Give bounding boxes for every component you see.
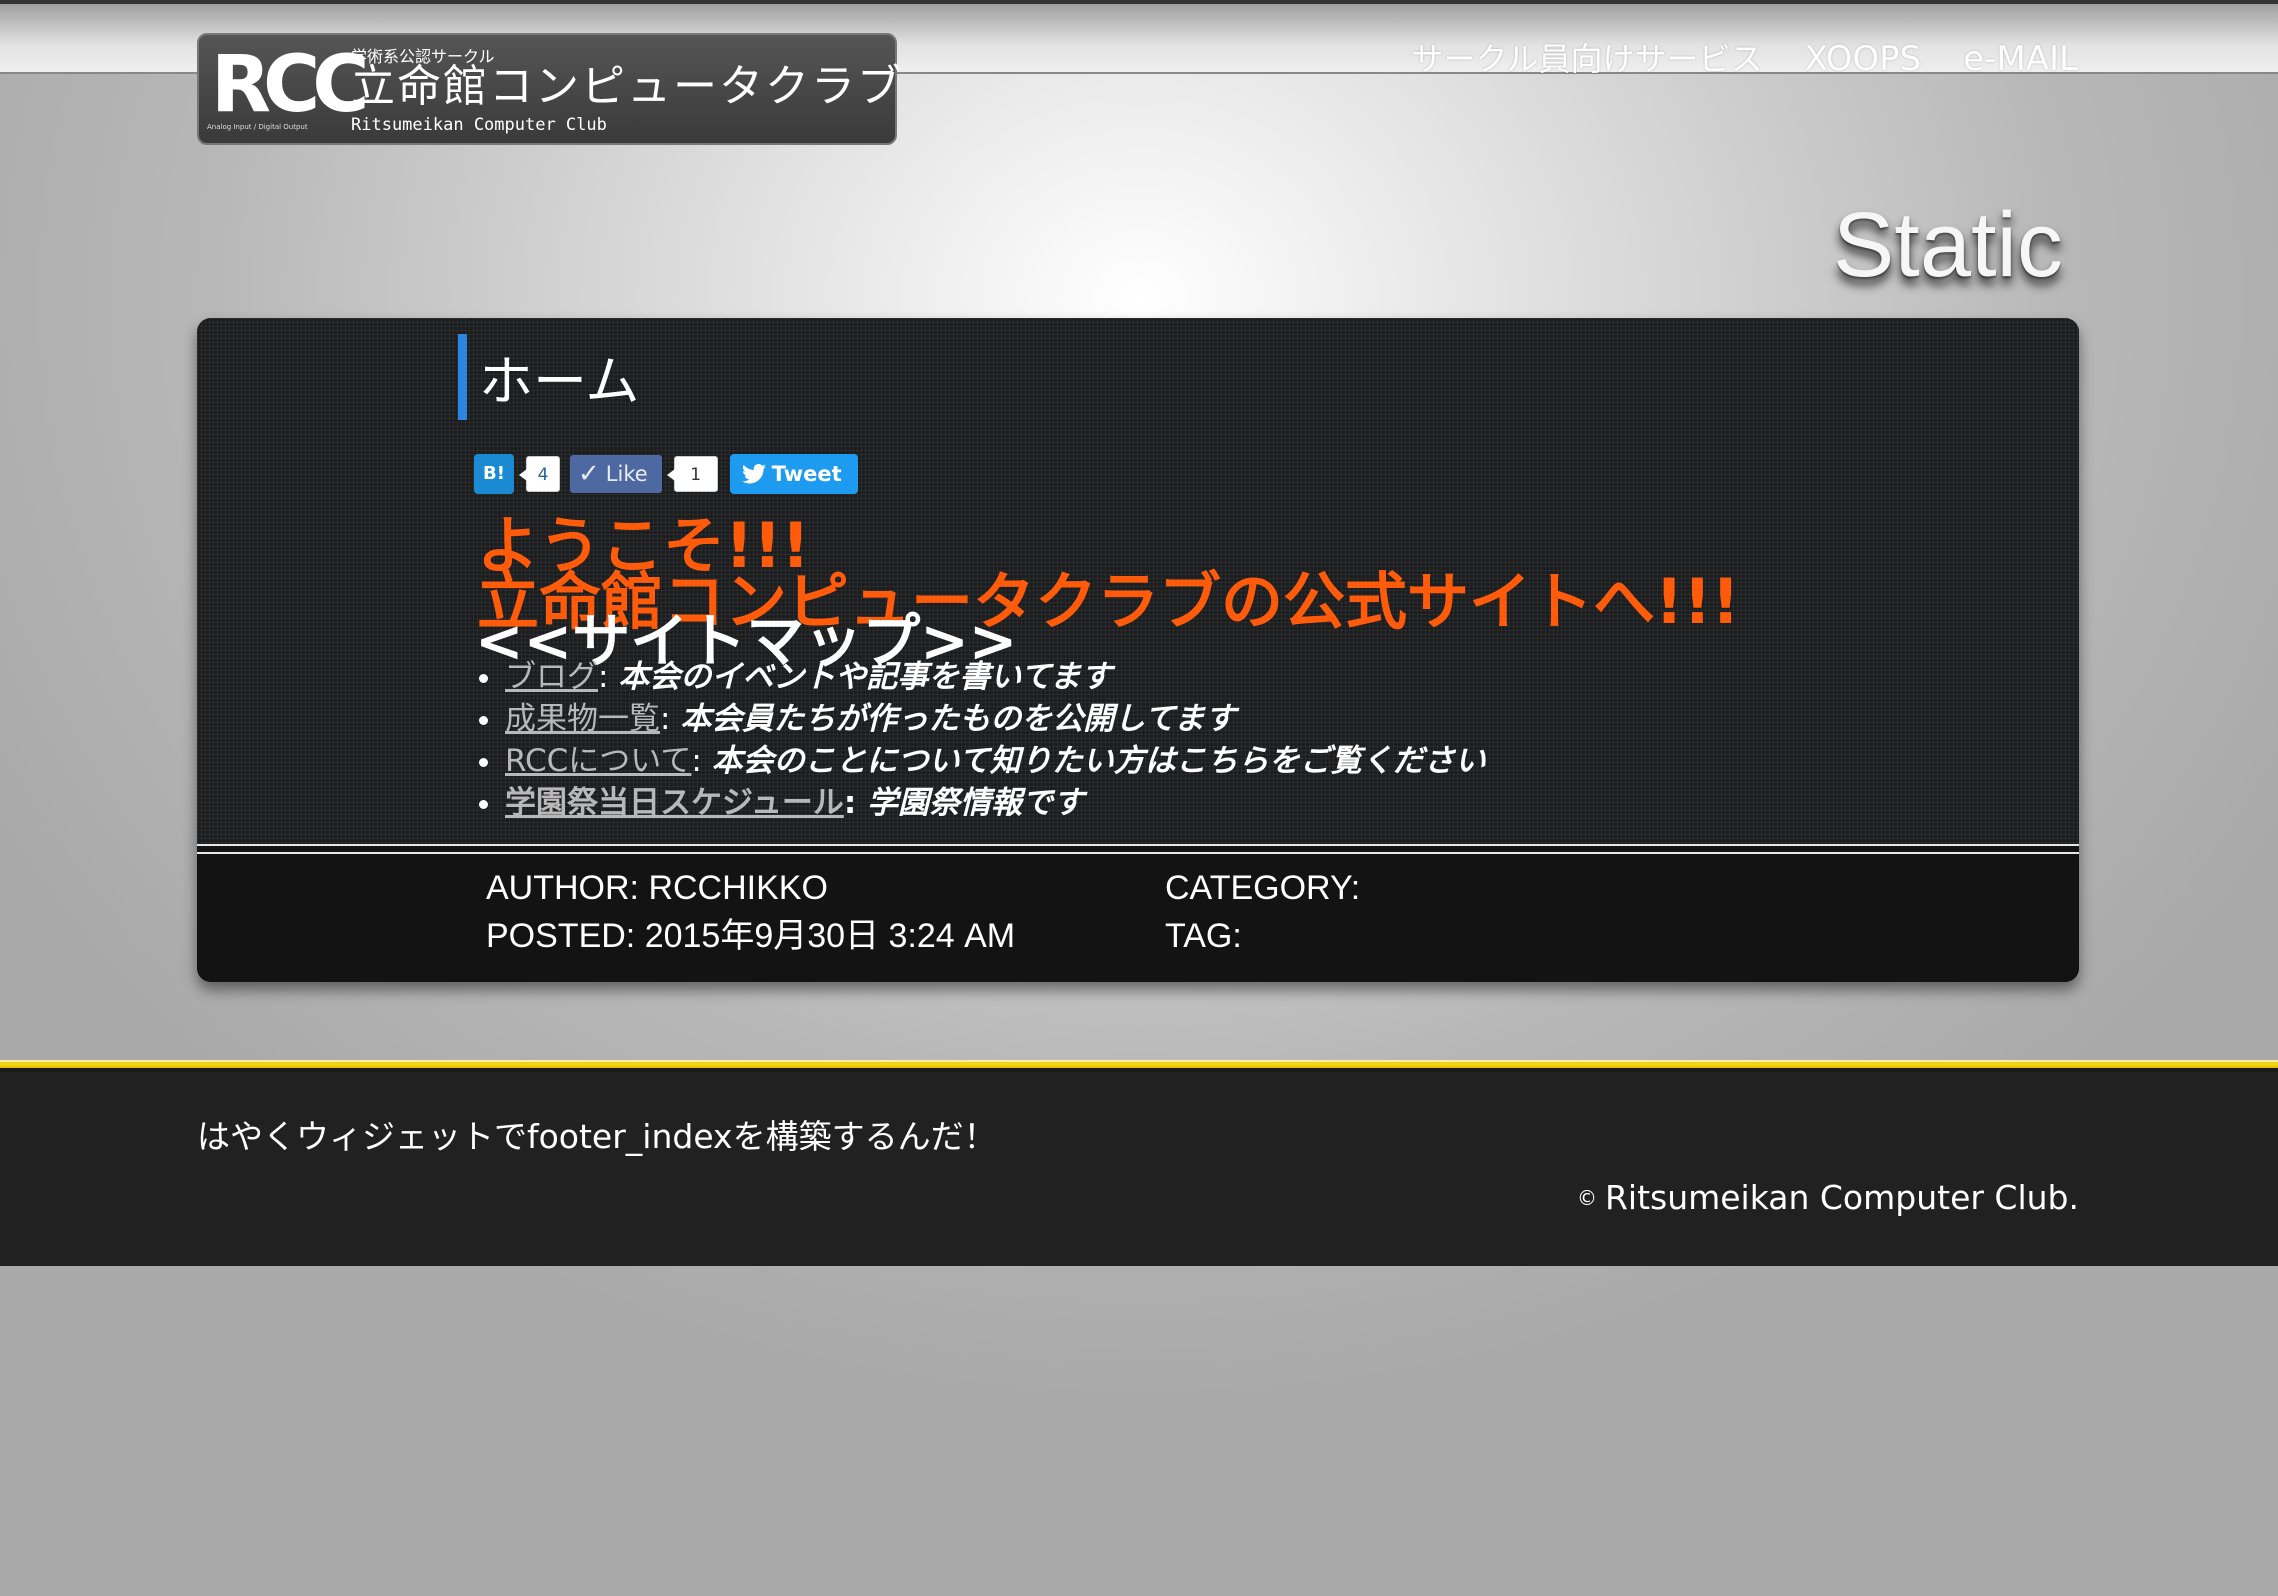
link-description: 本会のことについて知りたい方はこちらをご覧ください [711, 743, 1486, 779]
post-divider [197, 844, 2079, 854]
like-label: Like [605, 462, 648, 486]
bullet-icon [479, 716, 488, 725]
link-description: 学園祭情報です [867, 785, 1085, 821]
twitter-bird-icon [741, 464, 766, 484]
footer-message: はやくウィジェットでfooter_indexを構築するんだ！ [197, 1117, 997, 1156]
list-item: RCCについて: 本会のことについて知りたい方はこちらをご覧ください [479, 740, 1486, 782]
tweet-button[interactable]: Tweet [729, 454, 858, 494]
tweet-label: Tweet [771, 462, 842, 486]
bullet-icon [479, 758, 488, 767]
about-rcc-link[interactable]: RCCについて [505, 743, 691, 779]
logo-tagline: Analog Input / Digital Output [207, 123, 308, 131]
link-description: 本会員たちが作ったものを公開してます [680, 701, 1236, 737]
top-nav: サークル員向けサービス XOOPS e-MAIL [1411, 34, 2078, 80]
works-list-link[interactable]: 成果物一覧 [505, 701, 660, 737]
footer-accent-line [0, 1062, 2278, 1066]
bullet-icon [479, 800, 488, 809]
nav-xoops-link[interactable]: XOOPS [1805, 39, 1922, 79]
logo-english-name: Ritsumeikan Computer Club [351, 115, 607, 135]
post-card: ホーム B! 4 ✓ Like 1 Tweet ようこそ!!! 立命館コンピュー… [197, 318, 2079, 982]
rcc-logo-mark: RCC [211, 40, 370, 130]
post-date: POSTED: 2015年9月30日 3:24 AM [486, 917, 1016, 955]
sitemap-list: ブログ: 本会のイベントや記事を書いてます 成果物一覧: 本会員たちが作ったもの… [479, 656, 1486, 824]
check-icon: ✓ [578, 459, 600, 489]
logo-title: 立命館コンピュータクラブ [351, 61, 903, 112]
post-meta: AUTHOR: RCCHIKKO POSTED: 2015年9月30日 3:24… [197, 854, 2079, 982]
list-item: 成果物一覧: 本会員たちが作ったものを公開してます [479, 698, 1486, 740]
list-item: 学園祭当日スケジュール: 学園祭情報です [479, 782, 1486, 824]
bullet-icon [479, 674, 488, 683]
copyright-text: Ritsumeikan Computer Club. [1604, 1178, 2079, 1217]
post-author: AUTHOR: RCCHIKKO [486, 869, 828, 907]
copyright-icon: © [1576, 1186, 1597, 1210]
post-tag: TAG: [1165, 917, 1242, 955]
site-logo[interactable]: RCC Analog Input / Digital Output 学術系公認サ… [197, 33, 901, 145]
nav-email-link[interactable]: e-MAIL [1963, 39, 2078, 79]
copyright: © Ritsumeikan Computer Club. [1577, 1178, 2079, 1217]
nav-member-services-link[interactable]: サークル員向けサービス [1411, 34, 1762, 80]
social-share-bar: B! 4 ✓ Like 1 Tweet [474, 454, 858, 494]
facebook-like-button[interactable]: ✓ Like [570, 455, 662, 493]
festival-schedule-link[interactable]: 学園祭当日スケジュール [505, 785, 844, 821]
post-body: ホーム B! 4 ✓ Like 1 Tweet ようこそ!!! 立命館コンピュー… [197, 318, 2079, 844]
site-footer [0, 1068, 2278, 1266]
like-count-badge: 1 [666, 456, 718, 492]
hatena-bookmark-button[interactable]: B! [474, 454, 514, 494]
blog-link[interactable]: ブログ [505, 659, 598, 695]
post-category: CATEGORY: [1165, 869, 1361, 907]
link-description: 本会のイベントや記事を書いてます [618, 659, 1112, 695]
page-title: ホーム [458, 334, 639, 420]
page-banner-title: Static [1832, 194, 2063, 296]
list-item: ブログ: 本会のイベントや記事を書いてます [479, 656, 1486, 698]
hatena-count-badge: 4 [519, 456, 560, 492]
